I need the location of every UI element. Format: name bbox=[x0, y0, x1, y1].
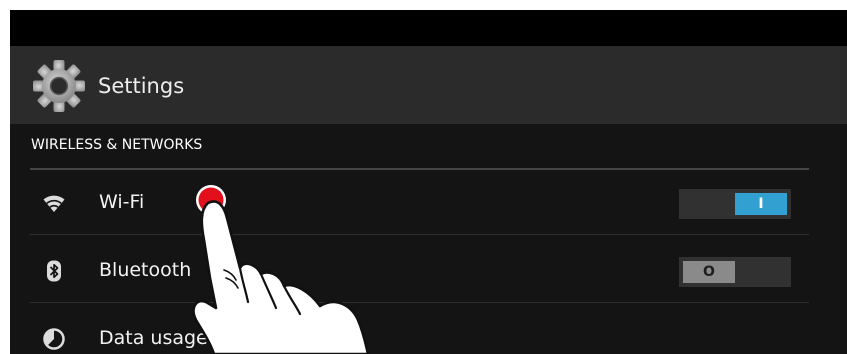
settings-item-bluetooth[interactable]: Bluetooth O bbox=[30, 239, 809, 303]
page-title: Settings bbox=[98, 74, 185, 98]
section-header-wireless-networks: WIRELESS & NETWORKS bbox=[31, 137, 203, 153]
settings-item-wifi[interactable]: Wi-Fi I bbox=[30, 171, 809, 235]
row-divider bbox=[30, 234, 809, 235]
settings-list: WIRELESS & NETWORKS Wi-Fi I Bluetooth O bbox=[10, 124, 847, 354]
settings-item-label: Wi-Fi bbox=[99, 191, 145, 213]
action-bar: Settings bbox=[10, 46, 847, 124]
row-divider bbox=[30, 302, 809, 303]
bluetooth-icon bbox=[47, 260, 61, 282]
settings-item-label: Data usage bbox=[99, 327, 208, 349]
bluetooth-toggle[interactable]: O bbox=[679, 257, 791, 287]
android-settings-screen: Settings WIRELESS & NETWORKS Wi-Fi I Blu… bbox=[10, 10, 847, 354]
settings-item-data-usage[interactable]: Data usage bbox=[30, 307, 809, 354]
settings-item-label: Bluetooth bbox=[99, 259, 192, 281]
data-usage-icon bbox=[43, 328, 65, 350]
toggle-thumb: I bbox=[735, 193, 787, 215]
gear-icon[interactable] bbox=[32, 59, 86, 113]
wifi-toggle[interactable]: I bbox=[679, 189, 791, 219]
wifi-icon bbox=[43, 195, 65, 212]
toggle-thumb: O bbox=[683, 261, 735, 283]
section-divider bbox=[30, 168, 809, 170]
status-bar bbox=[10, 10, 847, 46]
